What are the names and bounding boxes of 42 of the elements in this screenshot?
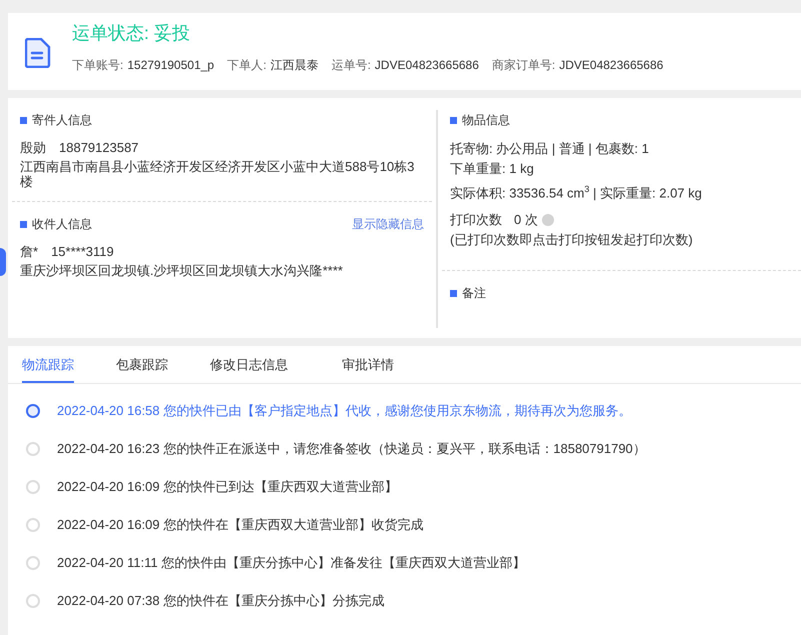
field-value: 15279190501_p — [127, 58, 214, 72]
field-value: 江西晨泰 — [270, 57, 318, 74]
field-label: 下单人: — [227, 57, 266, 74]
contact-phone: 18879123587 — [59, 139, 139, 156]
field-value: JDVE04823665686 — [559, 58, 664, 72]
tab[interactable]: 修改日志信息 — [210, 346, 288, 383]
timeline-entry: 2022-04-20 16:09 您的快件在【重庆西双大道营业部】收货完成 — [57, 516, 424, 534]
tab[interactable]: 审批详情 — [342, 346, 394, 383]
timeline-entry: 2022-04-20 11:11 您的快件由【重庆分拣中心】准备发往【重庆西双大道营业部】 — [57, 554, 526, 572]
print-count-label: 打印次数 — [450, 211, 502, 230]
contact-address: 重庆沙坪坝区回龙坝镇.沙坪坝区回龙坝镇大水沟兴隆**** — [20, 263, 344, 278]
square-marker-icon — [20, 220, 27, 228]
goods-info-line: 下单重量: 1 kg — [450, 160, 535, 178]
goods-info-line: 实际体积: 33536.54 cm$^{3}$ | 实际重量: 2.07 kg — [450, 183, 703, 202]
timeline-entry: 2022-04-20 16:58 您的快件已由【客户指定地点】代收，感谢您使用京东物流，期待再次为您服务。 — [57, 402, 632, 420]
timeline-entry: 2022-04-20 16:23 您的快件正在派送中，请您准备签收（快递员：夏兴平，联系电话：18580791790） — [57, 440, 646, 458]
timeline-entry: 2022-04-20 16:09 您的快件已到达【重庆西双大道营业部】 — [57, 478, 398, 496]
show-hidden-link[interactable]: 显示隐藏信息 — [352, 216, 424, 232]
section-heading: 收件人信息 — [32, 216, 92, 232]
field-label: 运单号: — [331, 57, 371, 74]
section-heading: 寄件人信息 — [32, 112, 92, 128]
square-marker-icon — [450, 116, 457, 124]
contact-phone: 15****3119 — [51, 243, 114, 260]
print-note: (已打印次数即点击打印按钮发起打印次数) — [450, 231, 694, 250]
square-marker-icon — [450, 290, 457, 296]
square-marker-icon — [20, 116, 27, 124]
section-heading: 备注 — [462, 284, 486, 302]
section-heading: 物品信息 — [462, 112, 510, 128]
tab[interactable]: 物流跟踪 — [22, 346, 74, 383]
collapse-handle[interactable] — [0, 248, 6, 276]
field-value: JDVE04823665686 — [374, 58, 479, 72]
timeline-entry: 2022-04-20 07:38 您的快件在【重庆分拣中心】分拣完成 — [57, 592, 384, 610]
contact-name: 殷勋 — [20, 139, 46, 156]
tab[interactable]: 包裹跟踪 — [116, 346, 168, 383]
print-count-value: 0 次 — [514, 211, 538, 230]
status-title: 运单状态: 妥投 — [72, 22, 192, 45]
document-icon — [25, 38, 51, 68]
field-label: 商家订单号: — [492, 57, 556, 74]
field-label: 下单账号: — [72, 57, 124, 74]
contact-address: 江西南昌市南昌县小蓝经济开发区经济开发区小蓝中大道588号10栋3楼 — [20, 159, 416, 189]
goods-info-line: 托寄物: 办公用品 | 普通 | 包裹数: 1 — [450, 140, 650, 158]
contact-name: 詹* — [20, 243, 38, 260]
